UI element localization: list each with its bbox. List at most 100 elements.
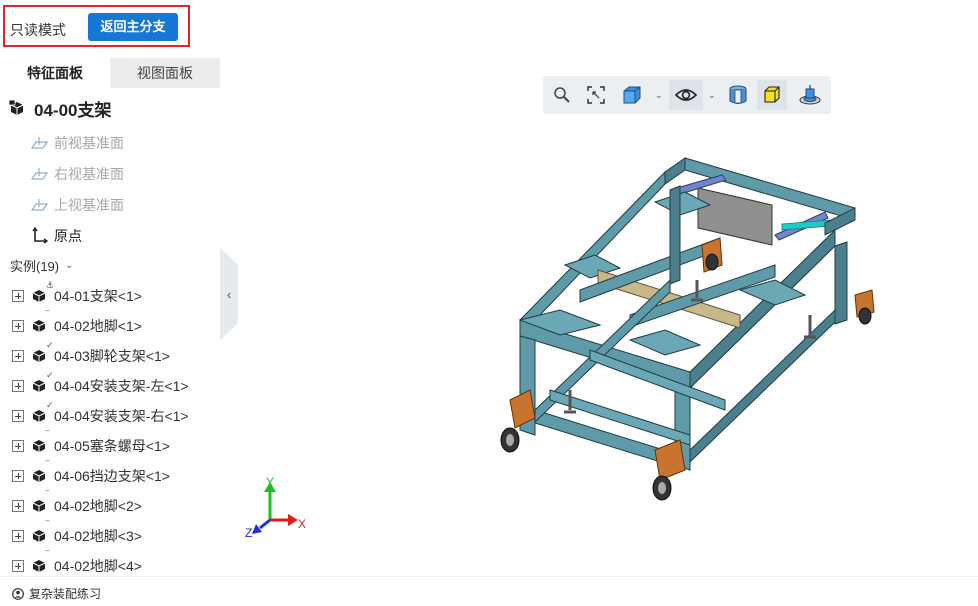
instance-tree-item[interactable]: ‾ 04-02地脚<1>	[12, 311, 142, 337]
part-icon: ✓	[32, 341, 54, 363]
root-assembly-label: 04-00支架	[34, 100, 112, 120]
view-toolbar: ⌄ ⌄	[543, 76, 831, 114]
footer-bar: 复杂装配练习	[0, 576, 978, 606]
root-assembly[interactable]: 04-00支架	[8, 96, 111, 120]
visibility-button[interactable]	[669, 80, 703, 110]
footer-user[interactable]: 复杂装配练习	[12, 585, 101, 602]
origin-label: 原点	[54, 228, 82, 244]
tab-feature-panel[interactable]: 特征面板	[0, 58, 110, 88]
chevron-down-icon: ⌄	[65, 260, 74, 271]
user-icon	[12, 587, 24, 600]
expand-plus-icon[interactable]	[12, 470, 24, 482]
eye-visibility-icon	[674, 89, 698, 101]
view-cube-button[interactable]	[617, 80, 647, 110]
status-mark-icon: ✓	[46, 370, 54, 380]
exploded-view-icon	[799, 85, 821, 105]
instance-label: 04-01支架<1>	[54, 288, 142, 304]
expand-plus-icon[interactable]	[12, 440, 24, 452]
part-icon: ‾	[32, 461, 49, 483]
instance-label: 04-02地脚<3>	[54, 528, 142, 544]
expand-plus-icon[interactable]	[12, 380, 24, 392]
feature-sidebar: 特征面板 视图面板 04-00支架 前视基准面 右视基准面 上视基准面 原点 实…	[0, 58, 220, 576]
chevron-left-icon: ‹	[226, 286, 232, 302]
status-mark-icon: ‾	[46, 550, 49, 560]
origin-icon	[32, 227, 48, 244]
part-icon: ‾	[32, 491, 49, 513]
view-cube-icon	[623, 86, 641, 104]
sidebar-tabs: 特征面板 视图面板	[0, 58, 220, 88]
status-mark-icon: ‾	[46, 460, 49, 470]
status-mark-icon: ‾	[46, 520, 49, 530]
expand-plus-icon[interactable]	[12, 350, 24, 362]
expand-plus-icon[interactable]	[12, 530, 24, 542]
exploded-view-button[interactable]	[795, 80, 825, 110]
instance-label: 04-02地脚<2>	[54, 498, 142, 514]
expand-plus-icon[interactable]	[12, 500, 24, 512]
instance-label: 04-06挡边支架<1>	[54, 468, 170, 484]
expand-plus-icon[interactable]	[12, 560, 24, 572]
3d-assembly-model[interactable]	[490, 150, 885, 510]
plane-icon	[30, 199, 48, 211]
expand-plus-icon[interactable]	[12, 290, 24, 302]
instances-header[interactable]: 实例(19) ⌄	[10, 256, 74, 275]
instance-tree-item[interactable]: ✓ 04-04安装支架-右<1>	[12, 401, 189, 427]
tree-item-right-plane[interactable]: 右视基准面	[30, 163, 124, 185]
shaded-display-icon	[764, 86, 780, 103]
axis-x-label: X	[298, 517, 306, 531]
status-mark-icon: ✓	[46, 400, 54, 410]
tree-item-origin[interactable]: 原点	[30, 225, 82, 247]
chevron-down-icon[interactable]: ⌄	[655, 90, 663, 101]
status-mark-icon: ⚓	[46, 280, 55, 290]
zoom-button[interactable]	[547, 80, 577, 110]
back-to-main-branch-button[interactable]: 返回主分支	[88, 13, 178, 41]
instance-label: 04-04安装支架-左<1>	[54, 378, 189, 394]
plane-label: 前视基准面	[54, 135, 124, 151]
section-view-button[interactable]	[723, 80, 753, 110]
plane-label: 右视基准面	[54, 166, 124, 182]
instance-label: 04-02地脚<4>	[54, 558, 142, 574]
fit-view-button[interactable]	[581, 80, 611, 110]
shaded-display-button[interactable]	[757, 80, 787, 110]
plane-icon	[30, 168, 48, 180]
instance-tree-item[interactable]: ✓ 04-03脚轮支架<1>	[12, 341, 170, 367]
part-icon: ‾	[32, 431, 49, 453]
status-mark-icon: ‾	[46, 430, 49, 440]
readonly-mode-label: 只读模式	[10, 22, 66, 38]
expand-plus-icon[interactable]	[12, 410, 24, 422]
chevron-down-icon[interactable]: ⌄	[708, 90, 716, 101]
top-bar: 只读模式 返回主分支	[0, 0, 978, 58]
zoom-icon	[554, 87, 570, 103]
part-icon: ‾	[32, 311, 49, 333]
status-mark-icon: ‾	[46, 310, 49, 320]
status-mark-icon: ✓	[46, 340, 54, 350]
part-icon: ‾	[32, 551, 49, 573]
tree-item-top-plane[interactable]: 上视基准面	[30, 194, 124, 216]
instance-label: 04-05塞条螺母<1>	[54, 438, 170, 454]
tab-view-panel[interactable]: 视图面板	[110, 58, 220, 88]
plane-label: 上视基准面	[54, 197, 124, 213]
instance-label: 04-04安装支架-右<1>	[54, 408, 189, 424]
footer-user-label: 复杂装配练习	[29, 587, 102, 601]
instance-tree-item[interactable]: ‾ 04-02地脚<3>	[12, 521, 142, 547]
tree-item-front-plane[interactable]: 前视基准面	[30, 132, 124, 154]
instance-label: 04-03脚轮支架<1>	[54, 348, 170, 364]
status-mark-icon: ‾	[46, 490, 49, 500]
instances-header-label: 实例(19)	[10, 259, 60, 274]
part-icon: ✓	[32, 371, 54, 393]
axis-z-label: Z	[245, 526, 252, 540]
instance-tree-item[interactable]: ‾ 04-05塞条螺母<1>	[12, 431, 170, 457]
plane-icon	[30, 137, 48, 149]
instance-tree-item[interactable]: ‾ 04-02地脚<4>	[12, 551, 142, 576]
instance-tree-item[interactable]: ⚓ 04-01支架<1>	[12, 281, 142, 307]
instance-tree-item[interactable]: ‾ 04-06挡边支架<1>	[12, 461, 170, 487]
fit-view-icon	[587, 86, 605, 104]
part-icon: ✓	[32, 401, 54, 423]
instance-tree-item[interactable]: ✓ 04-04安装支架-左<1>	[12, 371, 189, 397]
instance-tree-item[interactable]: ‾ 04-02地脚<2>	[12, 491, 142, 517]
collapse-sidebar-handle[interactable]: ‹	[220, 248, 238, 340]
section-view-icon	[729, 85, 747, 104]
part-icon: ⚓	[32, 281, 54, 303]
axis-triad: Y X Z	[245, 476, 306, 540]
expand-plus-icon[interactable]	[12, 320, 24, 332]
part-icon: ‾	[32, 521, 49, 543]
